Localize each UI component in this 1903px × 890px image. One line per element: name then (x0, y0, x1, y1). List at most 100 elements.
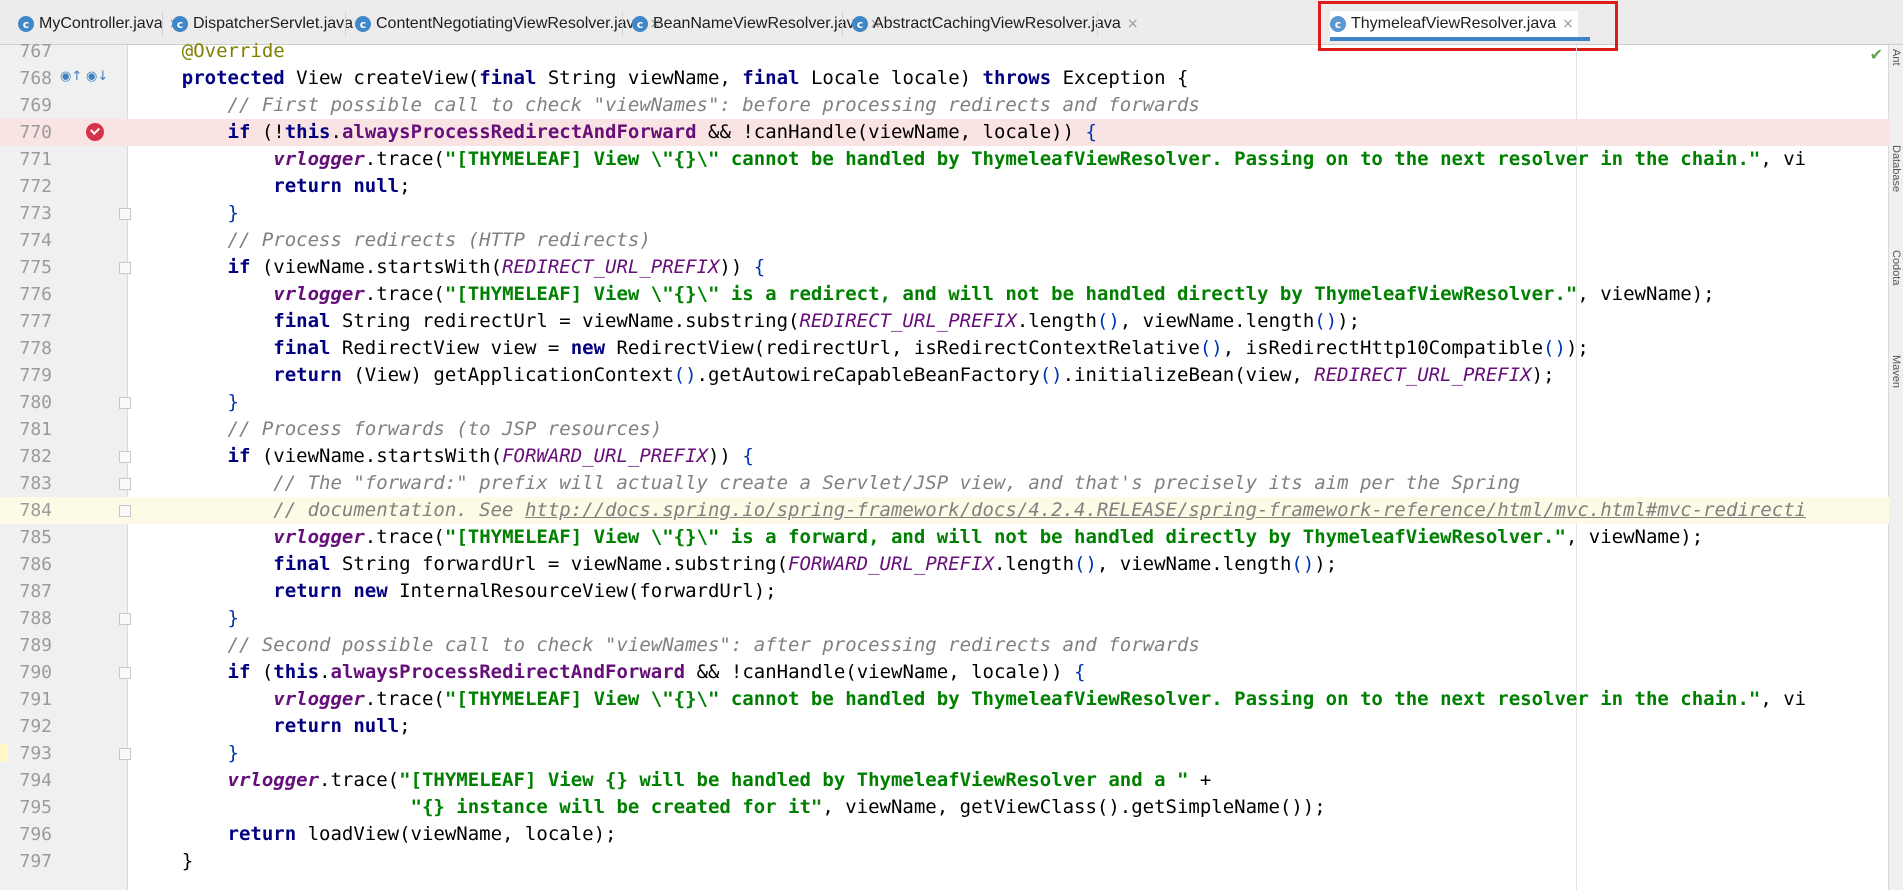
line-number: 788 (19, 608, 52, 629)
code-line[interactable]: 782 if (viewName.startsWith(FORWARD_URL_… (0, 443, 1889, 470)
code-text: return new InternalResourceView(forwardU… (273, 580, 777, 602)
tab-label: BeanNameViewResolver.java (653, 15, 864, 32)
code-line[interactable]: 793 } (0, 740, 1889, 767)
database-panel-label[interactable]: Database (1890, 145, 1902, 192)
code-line[interactable]: 774 // Process redirects (HTTP redirects… (0, 227, 1889, 254)
tab-beannameviewresolver[interactable]: c BeanNameViewResolver.java × (632, 11, 881, 37)
code-line[interactable]: 785 vrlogger.trace("[THYMELEAF] View \"{… (0, 524, 1889, 551)
line-number: 783 (19, 473, 52, 494)
code-text: if (this.alwaysProcessRedirectAndForward… (227, 661, 1086, 683)
code-text: "{} instance will be created for it", vi… (410, 796, 1326, 818)
code-line[interactable]: 788 } (0, 605, 1889, 632)
documentation-link[interactable]: http://docs.spring.io/spring-framework/d… (525, 499, 1806, 521)
fold-marker-icon[interactable] (119, 748, 131, 760)
code-line[interactable]: 780 } (0, 389, 1889, 416)
tab-label: DispatcherServlet.java (193, 15, 354, 32)
code-line[interactable]: 768 ◉↑ ◉↓ protected View createView(fina… (0, 65, 1889, 92)
close-icon[interactable]: × (1127, 16, 1139, 32)
code-text: @Override (136, 40, 285, 62)
fold-marker-icon[interactable] (119, 667, 131, 679)
line-number: 782 (19, 446, 52, 467)
code-text: } (227, 391, 239, 413)
fold-marker-icon[interactable] (119, 451, 131, 463)
code-line[interactable]: 771 vrlogger.trace("[THYMELEAF] View \"{… (0, 146, 1889, 173)
maven-panel-label[interactable]: Maven (1890, 355, 1902, 388)
code-text: final RedirectView view = new RedirectVi… (273, 337, 1589, 359)
code-line[interactable]: 778 final RedirectView view = new Redire… (0, 335, 1889, 362)
code-line[interactable]: 787 return new InternalResourceView(forw… (0, 578, 1889, 605)
overridden-icon[interactable]: ◉↓ (86, 69, 108, 84)
code-text: return null; (273, 715, 411, 737)
code-text: } (227, 742, 239, 764)
breakpoint-icon[interactable] (86, 123, 104, 141)
code-line[interactable]: 794 vrlogger.trace("[THYMELEAF] View {} … (0, 767, 1889, 794)
fold-marker-icon[interactable] (119, 208, 131, 220)
line-number: 777 (19, 311, 52, 332)
code-line[interactable]: 776 vrlogger.trace("[THYMELEAF] View \"{… (0, 281, 1889, 308)
line-number: 769 (19, 95, 52, 116)
code-text: // documentation. See http://docs.spring… (136, 499, 1807, 521)
line-number: 778 (19, 338, 52, 359)
code-line[interactable]: 791 vrlogger.trace("[THYMELEAF] View \"{… (0, 686, 1889, 713)
code-line[interactable]: 792 return null; (0, 713, 1889, 740)
line-number: 781 (19, 419, 52, 440)
tab-abstractcachingviewresolver[interactable]: c AbstractCachingViewResolver.java × (852, 11, 1139, 37)
code-line[interactable]: 789 // Second possible call to check "vi… (0, 632, 1889, 659)
line-number: 767 (19, 41, 52, 62)
code-line-current[interactable]: 784 // documentation. See http://docs.sp… (0, 497, 1889, 524)
code-text: vrlogger.trace("[THYMELEAF] View \"{}\" … (273, 148, 1807, 170)
fold-marker-icon[interactable] (119, 505, 131, 517)
code-line[interactable]: 767 @Override (0, 38, 1889, 65)
code-line[interactable]: 786 final String forwardUrl = viewName.s… (0, 551, 1889, 578)
code-text: // The "forward:" prefix will actually c… (136, 472, 1521, 494)
line-number: 793 (19, 743, 52, 764)
fold-marker-icon[interactable] (119, 397, 131, 409)
code-line[interactable]: 790 if (this.alwaysProcessRedirectAndFor… (0, 659, 1889, 686)
code-text: final String forwardUrl = viewName.subst… (273, 553, 1338, 575)
ant-panel-label[interactable]: Ant (1890, 49, 1902, 66)
code-line[interactable]: 797 } (0, 848, 1889, 875)
tab-mycontroller[interactable]: c MyController.java × (18, 11, 180, 37)
code-line[interactable]: 775 if (viewName.startsWith(REDIRECT_URL… (0, 254, 1889, 281)
line-number: 779 (19, 365, 52, 386)
code-text: final String redirectUrl = viewName.subs… (273, 310, 1361, 332)
code-line[interactable]: 779 return (View) getApplicationContext(… (0, 362, 1889, 389)
overrides-icon[interactable]: ◉↑ (60, 69, 82, 84)
code-text: // Second possible call to check "viewNa… (136, 634, 1200, 656)
fold-marker-icon[interactable] (119, 613, 131, 625)
class-file-icon: c (355, 16, 371, 32)
line-number: 785 (19, 527, 52, 548)
line-number: 770 (19, 122, 52, 143)
line-number: 772 (19, 176, 52, 197)
code-line[interactable]: 773 } (0, 200, 1889, 227)
code-line-breakpoint[interactable]: 770 if (!this.alwaysProcessRedirectAndFo… (0, 119, 1889, 146)
code-editor[interactable]: Ant Database Codota Maven ✔ 767 @Overrid… (0, 40, 1903, 890)
line-number: 794 (19, 770, 52, 791)
fold-marker-icon[interactable] (119, 478, 131, 490)
line-number: 784 (19, 500, 52, 521)
line-number: 775 (19, 257, 52, 278)
tab-label: ContentNegotiatingViewResolver.java (376, 15, 644, 32)
code-line[interactable]: 772 return null; (0, 173, 1889, 200)
code-text: } (227, 202, 239, 224)
code-line[interactable]: 781 // Process forwards (to JSP resource… (0, 416, 1889, 443)
line-number: 789 (19, 635, 52, 656)
code-text: } (136, 850, 194, 872)
code-text: vrlogger.trace("[THYMELEAF] View \"{}\" … (273, 688, 1807, 710)
code-text: vrlogger.trace("[THYMELEAF] View {} will… (227, 769, 1212, 791)
code-line[interactable]: 783 // The "forward:" prefix will actual… (0, 470, 1889, 497)
code-line[interactable]: 777 final String redirectUrl = viewName.… (0, 308, 1889, 335)
codota-panel-label[interactable]: Codota (1890, 250, 1902, 285)
code-line[interactable]: 795 "{} instance will be created for it"… (0, 794, 1889, 821)
line-number: 768 (19, 68, 52, 89)
line-number: 792 (19, 716, 52, 737)
code-line[interactable]: 769 // First possible call to check "vie… (0, 92, 1889, 119)
tab-contentnegotiatingviewresolver[interactable]: c ContentNegotiatingViewResolver.java × (355, 11, 661, 37)
line-number: 787 (19, 581, 52, 602)
line-number: 771 (19, 149, 52, 170)
code-text: if (viewName.startsWith(REDIRECT_URL_PRE… (227, 256, 766, 278)
code-text: return (View) getApplicationContext().ge… (273, 364, 1555, 386)
code-line[interactable]: 796 return loadView(viewName, locale); (0, 821, 1889, 848)
tab-dispatcherservlet[interactable]: c DispatcherServlet.java × (172, 11, 371, 37)
fold-marker-icon[interactable] (119, 262, 131, 274)
